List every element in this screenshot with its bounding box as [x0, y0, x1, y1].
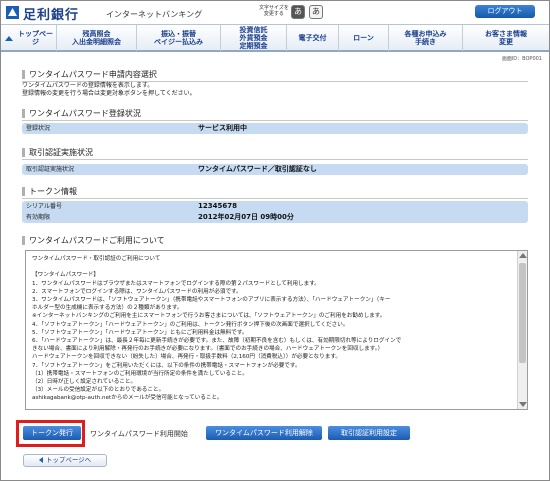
- auth-setting-button[interactable]: 取引認証利用設定: [328, 426, 410, 440]
- nav-loan[interactable]: ローン: [339, 25, 389, 51]
- token-section-title: トークン情報: [22, 187, 77, 196]
- nav-label: トップページ: [18, 30, 53, 46]
- scroll-up-arrow-icon[interactable]: [519, 253, 527, 258]
- serial-label: シリアル番号: [26, 203, 62, 210]
- bank-name: 足利銀行: [23, 8, 80, 23]
- page-description-1: ワンタイムパスワードの登録情報を表示します。: [22, 82, 154, 89]
- font-size-large-button[interactable]: あ: [309, 5, 323, 19]
- font-size-small-button[interactable]: あ: [291, 5, 305, 19]
- logout-button[interactable]: ログアウト: [475, 5, 535, 18]
- nav-investment[interactable]: 投資信託 外貨預金 定期預金: [221, 25, 287, 51]
- screen-id: 画面ID：BOP001: [501, 56, 542, 62]
- terms-line: ホルダー型の生成機に表示する方法）の２種類があります。: [32, 305, 183, 312]
- terms-line: 【ワンタイムパスワード】: [32, 272, 100, 279]
- nav-customer-info[interactable]: お客さま情報 変更: [463, 25, 549, 51]
- serial-value: 12345678: [198, 202, 237, 210]
- divider: [22, 159, 528, 160]
- nav-applications[interactable]: 各種お申込み 手続き: [389, 25, 463, 51]
- terms-scrollbar[interactable]: [517, 251, 527, 409]
- registration-status-label: 登録状況: [26, 125, 51, 132]
- back-to-top-label: トップページへ: [45, 456, 92, 464]
- terms-line: （3）メールの受信設定が以下のとおりであること。: [32, 387, 165, 394]
- terms-line: 6．「ハードウェアトークン」は、最長２年毎に更新手続きが必要です。また、故障（初…: [32, 338, 402, 345]
- terms-line: ハードウェアトークンを回収できない（紛失した）場合、再発行・取扱手数料（2,16…: [32, 354, 341, 361]
- usage-section-title: ワンタイムパスワードご利用について: [22, 236, 165, 245]
- font-size-label: 文字サイズを 変更する: [259, 5, 289, 17]
- terms-line: ワンタイムパスワード・取引認証のご利用について: [32, 256, 161, 262]
- header: 足利銀行 インターネットバンキング 文字サイズを 変更する あ あ ログアウト: [1, 1, 549, 23]
- token-issue-button[interactable]: トークン発行: [23, 426, 81, 440]
- back-to-top-button[interactable]: トップページへ: [23, 454, 107, 467]
- page-description-2: 登録情報の変更を行う場合は変更対象ボタンを押してください。: [22, 90, 196, 97]
- nav-e-delivery[interactable]: 電子交付: [287, 25, 339, 51]
- terms-line: 3．ワンタイムパスワードは、「ソフトウェアトークン」（携帯電話やスマートフォンの…: [32, 297, 391, 304]
- auth-status-row: 取引認証実施状況 ワンタイムパスワード／取引認証なし: [22, 164, 528, 175]
- scroll-down-arrow-icon[interactable]: [519, 402, 527, 407]
- auth-status-label: 取引認証実施状況: [26, 166, 75, 173]
- terms-line: （2）日時が正しく設定されていること。: [32, 379, 137, 386]
- terms-line: 2．スマートフォンでログインする際は、ワンタイムパスワードの利用が必須です。: [32, 288, 242, 295]
- terms-line: （1）携帯電話・スマートフォンのご利用環境が当行所定の条件を満たしていること。: [32, 370, 248, 377]
- terms-line: 1．ワンタイムパスワードはブラウザまたはスマートフォンでログインする際の第２パス…: [32, 280, 320, 287]
- terms-line: きない場合、書面により利用解除・再発行のお手続きが必要になります。（書面でのお手…: [32, 346, 384, 353]
- expiry-value: 2012年02月07日 09時00分: [198, 213, 294, 221]
- bank-logo-icon: [6, 6, 19, 19]
- auth-section-title: 取引認証実施状況: [22, 148, 93, 157]
- terms-line: [32, 263, 514, 271]
- token-info-row: シリアル番号 12345678 有効期限 2012年02月07日 09時00分: [22, 201, 528, 223]
- nav-transfer[interactable]: 振込・振替 ペイジー払込み: [137, 25, 221, 51]
- usage-terms-text: ワンタイムパスワード・取引認証のご利用について 【ワンタイムパスワード】 1．ワ…: [32, 255, 514, 403]
- token-issue-description: ワンタイムパスワード利用開始: [90, 430, 188, 438]
- terms-line: ashikagabank@otp-auth.netからのメールが受信可能となって…: [32, 395, 223, 402]
- service-name: インターネットバンキング: [106, 10, 203, 19]
- divider: [22, 120, 528, 121]
- home-icon: [5, 35, 13, 41]
- expiry-label: 有効期限: [26, 214, 51, 221]
- back-arrow-icon: [38, 457, 43, 463]
- nav-balance-inquiry[interactable]: 残高照会 入出金明細照会: [57, 25, 137, 51]
- terms-line: 4．「ソフトウェアトークン」「ハードウェアトークン」のご利用は、トークン発行ボタ…: [32, 321, 349, 328]
- page-title: ワンタイムパスワード申請内容選択: [22, 70, 157, 79]
- terms-line: 5．「ソフトウェアトークン」「ハードウェアトークン」ともにご利用料金は無料です。: [32, 329, 248, 336]
- registration-section-title: ワンタイムパスワード登録状況: [22, 109, 141, 118]
- divider: [22, 198, 528, 199]
- nav-top-page[interactable]: トップページ: [1, 25, 57, 51]
- registration-status-row: 登録状況 サービス利用中: [22, 123, 528, 134]
- scroll-thumb[interactable]: [519, 263, 526, 363]
- terms-line: ※インターネットバンキングのご利用を主にスマートフォンで行うお客さまについては、…: [32, 313, 386, 320]
- usage-terms-box[interactable]: ワンタイムパスワード・取引認証のご利用について 【ワンタイムパスワード】 1．ワ…: [25, 250, 528, 410]
- auth-status-value: ワンタイムパスワード／取引認証なし: [198, 165, 317, 173]
- terms-line: 7．「ソフトウェアトークン」をご利用いただくには、以下の条件の携帯電話・スマート…: [32, 362, 301, 369]
- registration-status-value: サービス利用中: [198, 124, 247, 132]
- otp-cancel-button[interactable]: ワンタイムパスワード利用解除: [206, 426, 322, 440]
- global-nav: トップページ 残高照会 入出金明細照会 振込・振替 ペイジー払込み 投資信託 外…: [1, 24, 549, 52]
